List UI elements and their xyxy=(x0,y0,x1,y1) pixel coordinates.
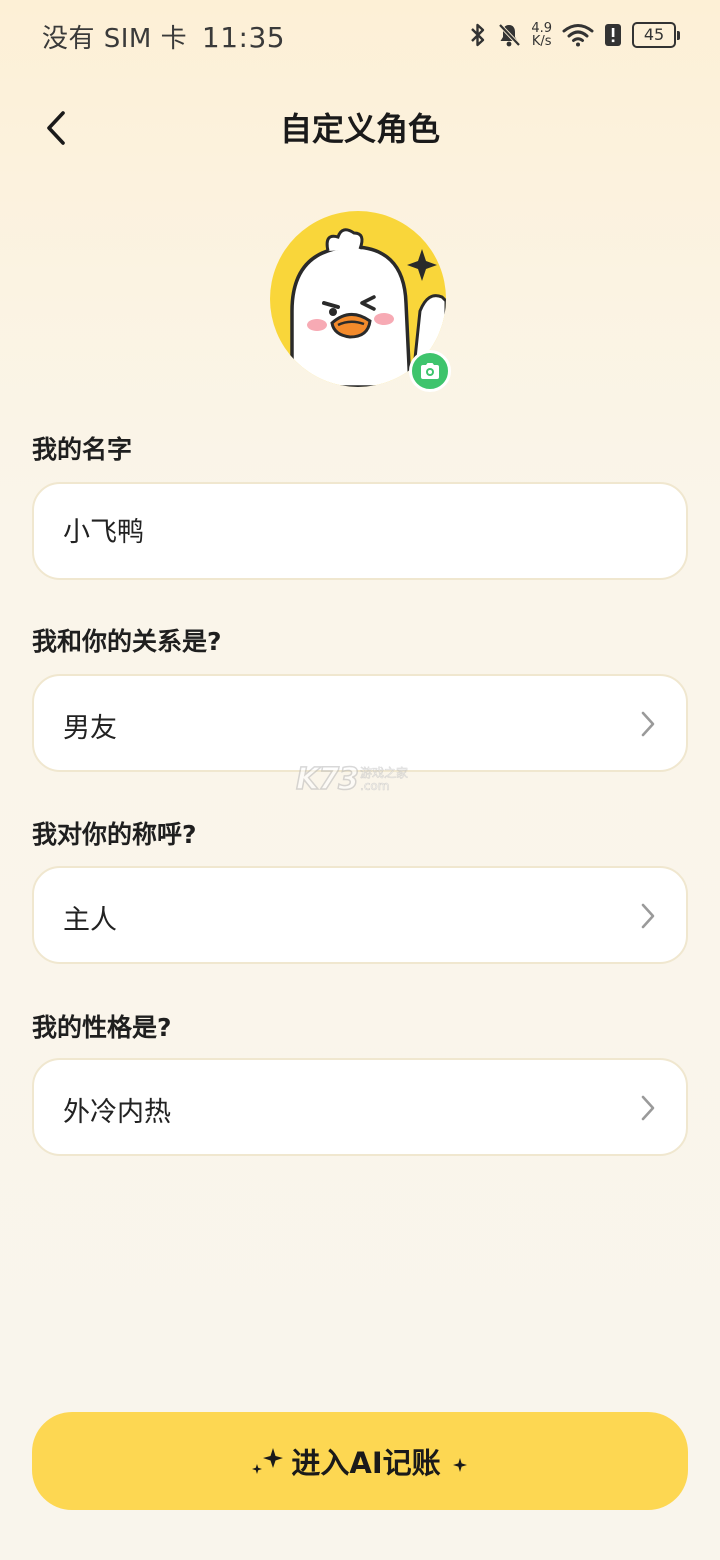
carrier-text: 没有 SIM 卡 xyxy=(42,24,188,54)
relationship-value: 男友 xyxy=(63,713,117,744)
chevron-right-icon xyxy=(641,903,655,929)
status-bar: 没有 SIM 卡 11:35 4.9 K/s 45 xyxy=(0,0,720,72)
status-icons: 4.9 K/s 45 xyxy=(469,22,680,48)
watermark-line1: 游戏之家 xyxy=(360,765,409,780)
address-label: 我对你的称呼? xyxy=(32,820,197,849)
page-title: 自定义角色 xyxy=(279,110,440,148)
watermark-line2: .com xyxy=(360,778,390,793)
avatar-section xyxy=(270,211,451,392)
watermark-logo: K73 xyxy=(295,761,360,798)
address-select[interactable]: 主人 xyxy=(32,866,688,964)
status-left: 没有 SIM 卡 11:35 xyxy=(42,18,285,55)
address-value: 主人 xyxy=(63,905,117,936)
sparkle-icon xyxy=(452,1458,467,1472)
name-input[interactable] xyxy=(63,514,623,545)
relationship-select[interactable]: 男友 xyxy=(32,674,688,772)
net-speed-unit: K/s xyxy=(531,34,552,49)
alert-icon xyxy=(605,24,621,46)
battery-tip xyxy=(677,30,680,40)
wifi-icon xyxy=(562,24,594,47)
chevron-right-icon xyxy=(641,1095,655,1121)
watermark-text: 游戏之家 .com xyxy=(360,765,409,793)
chevron-right-icon xyxy=(641,711,655,737)
camera-icon xyxy=(421,363,439,379)
enter-button-label: 进入AI记账 xyxy=(291,1446,441,1480)
header: 自定义角色 xyxy=(0,96,720,160)
battery-level: 45 xyxy=(632,22,676,48)
name-label: 我的名字 xyxy=(32,435,133,464)
network-speed: 4.9 K/s xyxy=(531,22,552,48)
personality-label: 我的性格是? xyxy=(32,1013,172,1042)
bluetooth-icon xyxy=(471,23,485,47)
mute-bell-icon xyxy=(498,23,521,47)
name-field[interactable] xyxy=(32,482,688,580)
sparkle-icon xyxy=(252,1448,284,1474)
personality-value: 外冷内热 xyxy=(63,1097,171,1128)
personality-select[interactable]: 外冷内热 xyxy=(32,1058,688,1156)
relationship-label: 我和你的关系是? xyxy=(32,627,222,656)
battery-indicator: 45 xyxy=(632,22,680,48)
change-avatar-button[interactable] xyxy=(409,350,451,392)
watermark: K73 游戏之家 .com xyxy=(295,761,409,798)
enter-ai-bookkeeping-button[interactable]: 进入AI记账 xyxy=(32,1412,688,1510)
clock: 11:35 xyxy=(201,21,286,54)
